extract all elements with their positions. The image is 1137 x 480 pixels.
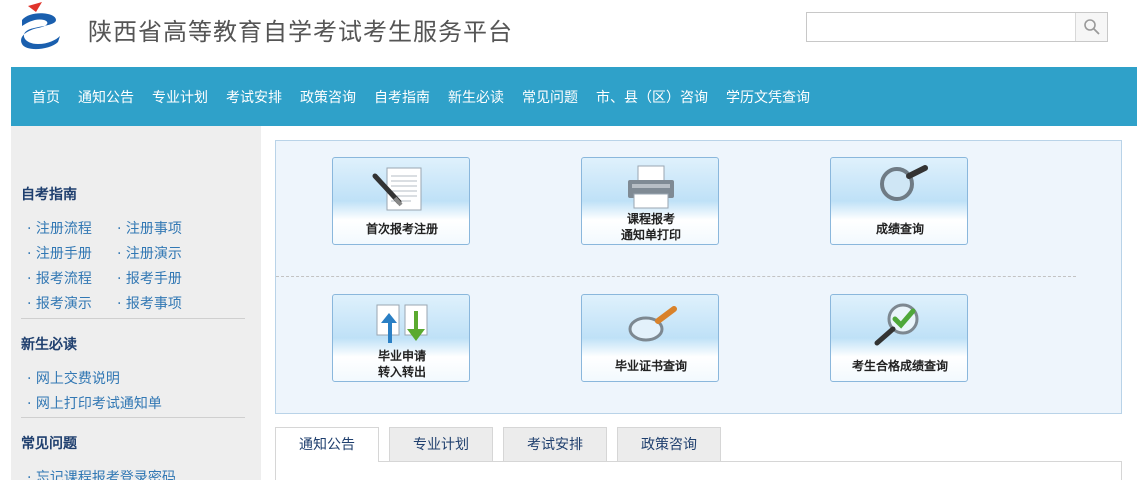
sidebar-link-register-notes[interactable]: · 注册事项 xyxy=(117,217,182,242)
certificate-query-button[interactable]: 毕业证书查询 xyxy=(581,294,719,382)
exam-logo-icon[interactable] xyxy=(16,0,66,56)
sidebar-divider xyxy=(21,318,245,319)
sidebar-row: · 注册流程 · 注册事项 xyxy=(27,217,182,242)
search-button[interactable] xyxy=(1075,13,1107,41)
sidebar-link-apply-manual[interactable]: · 报考手册 xyxy=(117,267,182,292)
sidebar-title-faq: 常见问题 xyxy=(21,436,77,452)
printer-icon xyxy=(628,165,674,209)
course-notice-print-button[interactable]: 课程报考 通知单打印 xyxy=(581,157,719,245)
sidebar-row: · 报考演示 · 报考事项 xyxy=(27,292,182,317)
certificate-query-label: 毕业证书查询 xyxy=(614,359,687,373)
magnifier-icon xyxy=(880,165,928,201)
sidebar-link-apply-demo[interactable]: · 报考演示 xyxy=(27,292,117,317)
qualified-score-query-label: 考生合格成绩查询 xyxy=(851,359,948,373)
panel-divider xyxy=(276,276,1076,277)
nav-item-freshman[interactable]: 新生必读 xyxy=(448,87,504,107)
transfer-application-button[interactable]: 毕业申请 转入转出 xyxy=(332,294,470,382)
sidebar-link-payment[interactable]: · 网上交费说明 xyxy=(27,367,120,392)
site-title: 陕西省高等教育自学考试考生服务平台 xyxy=(88,18,513,46)
tab-major-plan[interactable]: 专业计划 xyxy=(389,427,493,461)
sidebar-link-apply-process[interactable]: · 报考流程 xyxy=(27,267,117,292)
nav-item-notices[interactable]: 通知公告 xyxy=(78,87,134,107)
nav-item-diploma-query[interactable]: 学历文凭查询 xyxy=(726,87,810,107)
nav-item-faq[interactable]: 常见问题 xyxy=(522,87,578,107)
magnifier-check-icon xyxy=(874,303,919,346)
sidebar-title-freshman: 新生必读 xyxy=(21,337,77,353)
sidebar-link-apply-notes[interactable]: · 报考事项 xyxy=(117,292,182,317)
sidebar-link-register-process[interactable]: · 注册流程 xyxy=(27,217,117,242)
sidebar-row: · 注册手册 · 注册演示 xyxy=(27,242,182,267)
tab-notices[interactable]: 通知公告 xyxy=(275,427,379,462)
sidebar-freshman-links: · 网上交费说明 · 网上打印考试通知单 xyxy=(27,367,162,417)
score-query-button[interactable]: 成绩查询 xyxy=(830,157,968,245)
transfer-application-label-1: 毕业申请 xyxy=(377,349,426,363)
service-panel: 首次报考注册 课程报考 通知单打印 成绩查询 毕业申请 转入转出 毕业证书查询 … xyxy=(275,140,1122,414)
transfer-arrows-icon xyxy=(376,304,428,343)
nav-item-policy[interactable]: 政策咨询 xyxy=(300,87,356,107)
search-icon xyxy=(1083,19,1100,35)
document-pen-icon xyxy=(372,167,422,211)
course-notice-print-label-1: 课程报考 xyxy=(626,212,675,226)
search-input[interactable] xyxy=(807,13,1075,41)
tab-content-panel xyxy=(275,461,1122,480)
sidebar-row: · 网上交费说明 xyxy=(27,367,162,392)
main-nav: 首页 通知公告 专业计划 考试安排 政策咨询 自考指南 新生必读 常见问题 市、… xyxy=(11,67,1137,126)
search-box xyxy=(806,12,1108,42)
sidebar-row: · 网上打印考试通知单 xyxy=(27,392,162,417)
tab-exam-schedule[interactable]: 考试安排 xyxy=(503,427,607,461)
sidebar-row: · 忘记课程报考登录密码 xyxy=(27,466,176,480)
score-query-label: 成绩查询 xyxy=(875,222,924,236)
nav-item-exam-schedule[interactable]: 考试安排 xyxy=(226,87,282,107)
sidebar-divider xyxy=(21,417,245,418)
sidebar: 自考指南 · 注册流程 · 注册事项 · 注册手册 · 注册演示 · 报考流程 · 报… xyxy=(11,126,261,480)
course-notice-print-label-2: 通知单打印 xyxy=(620,228,681,242)
sidebar-link-print-notice[interactable]: · 网上打印考试通知单 xyxy=(27,392,162,417)
main-content: 首次报考注册 课程报考 通知单打印 成绩查询 毕业申请 转入转出 毕业证书查询 … xyxy=(261,126,1137,480)
nav-item-home[interactable]: 首页 xyxy=(32,87,60,107)
sidebar-link-register-demo[interactable]: · 注册演示 xyxy=(117,242,182,267)
first-registration-button[interactable]: 首次报考注册 xyxy=(332,157,470,245)
tab-policy[interactable]: 政策咨询 xyxy=(617,427,721,461)
sidebar-link-register-manual[interactable]: · 注册手册 xyxy=(27,242,117,267)
nav-item-guide[interactable]: 自考指南 xyxy=(374,87,430,107)
qualified-score-query-button[interactable]: 考生合格成绩查询 xyxy=(830,294,968,382)
transfer-application-label-2: 转入转出 xyxy=(377,365,426,379)
nav-item-major-plan[interactable]: 专业计划 xyxy=(152,87,208,107)
sidebar-guide-links: · 注册流程 · 注册事项 · 注册手册 · 注册演示 · 报考流程 · 报考手册 ·… xyxy=(27,217,182,317)
sidebar-title-guide: 自考指南 xyxy=(21,187,77,203)
first-registration-label: 首次报考注册 xyxy=(365,222,438,236)
sidebar-row: · 报考流程 · 报考手册 xyxy=(27,267,182,292)
sidebar-link-forgot-password[interactable]: · 忘记课程报考登录密码 xyxy=(27,466,176,480)
magnifier-icon xyxy=(628,306,677,342)
sidebar-faq-links: · 忘记课程报考登录密码 xyxy=(27,466,176,480)
page-header: 陕西省高等教育自学考试考生服务平台 xyxy=(0,0,1137,67)
nav-item-city-county[interactable]: 市、县（区）咨询 xyxy=(596,87,708,107)
